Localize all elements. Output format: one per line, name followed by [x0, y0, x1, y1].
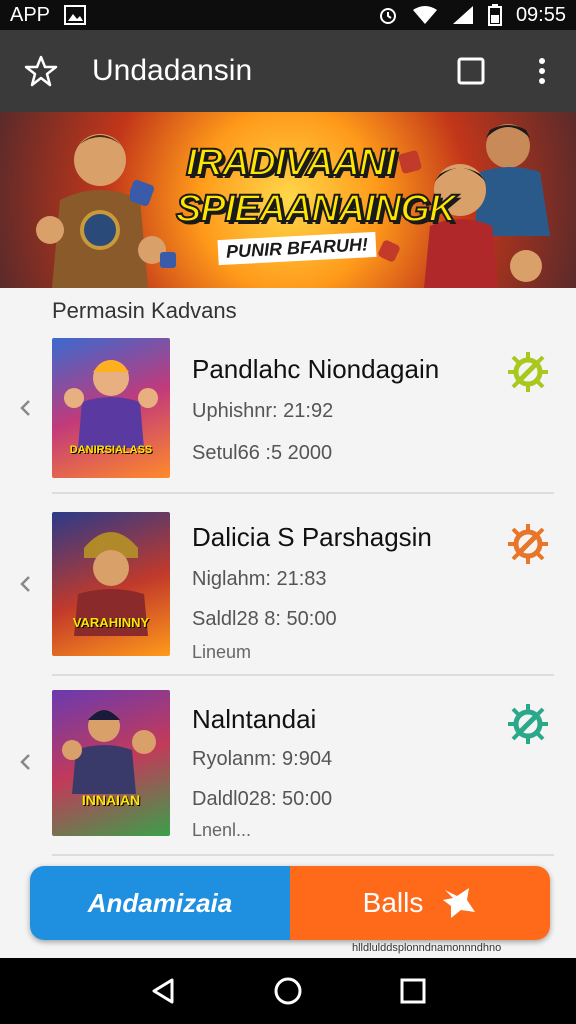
list-divider	[52, 854, 554, 856]
thumbnail-label: DANIRSIALASS	[69, 444, 153, 456]
item-detail-1: Ryolanm: 9:904	[192, 748, 333, 770]
bug-icon[interactable]	[506, 350, 550, 394]
bug-icon[interactable]	[506, 522, 550, 566]
status-bar: APP 09:55	[0, 0, 576, 30]
item-detail-2: Daldl028: 50:00	[192, 788, 333, 810]
list-divider	[52, 492, 554, 494]
recents-icon[interactable]	[398, 976, 428, 1006]
burst-icon	[443, 888, 476, 918]
image-icon	[64, 5, 87, 25]
item-title[interactable]: Dalicia S Parshagsin	[192, 522, 432, 553]
bottom-action-bar: Andamizaia Balls	[30, 866, 550, 940]
thumbnail-label: VARAHINNY	[72, 615, 150, 630]
app-title: Undadansin	[92, 54, 253, 87]
game-thumbnail[interactable]: VARAHINNY	[52, 512, 170, 656]
banner-title-line2: SPIEAANAINGK	[175, 187, 457, 231]
status-app-label: APP	[10, 3, 51, 26]
banner-title-line1: IRADIVAANI	[185, 141, 397, 185]
list-divider	[52, 674, 554, 676]
item-title[interactable]: Pandlahc Niondagain	[192, 354, 439, 385]
chevron-left-icon[interactable]	[18, 398, 32, 418]
game-thumbnail[interactable]: DANIRSIALASS	[52, 338, 170, 478]
chevron-left-icon[interactable]	[18, 574, 32, 594]
bug-icon[interactable]	[506, 702, 550, 746]
thumbnail-art	[74, 532, 148, 636]
navigation-bar	[0, 958, 576, 1024]
thumbnail-art	[64, 360, 158, 448]
back-icon[interactable]	[148, 976, 178, 1006]
wifi-icon	[412, 6, 437, 24]
game-thumbnail[interactable]: INNAIAN	[52, 690, 170, 836]
status-time: 09:55	[515, 3, 566, 26]
item-detail-1: Uphishnr: 21:92	[192, 400, 334, 422]
thumbnail-art	[62, 710, 156, 794]
battery-icon	[487, 4, 502, 26]
section-header: Permasin Kadvans	[52, 298, 237, 323]
app-bar: Undadansin	[0, 30, 576, 112]
item-extra: Lnenl...	[192, 820, 252, 840]
item-title[interactable]: Nalntandai	[192, 704, 316, 735]
item-detail-2: Saldl28 8: 50:00	[192, 608, 337, 630]
primary-action-button[interactable]: Andamizaia	[30, 866, 290, 940]
chevron-left-icon[interactable]	[18, 752, 32, 772]
list-item[interactable]: VARAHINNY Dalicia S Parshagsin Niglahm: …	[0, 500, 576, 670]
window-icon[interactable]	[456, 56, 486, 86]
secondary-action-button[interactable]: Balls	[290, 866, 550, 940]
alarm-icon	[379, 8, 396, 24]
home-icon[interactable]	[273, 976, 303, 1006]
promo-banner[interactable]: IRADIVAANI SPIEAANAINGK PUNIR BFARUH!	[0, 112, 576, 288]
thumbnail-label: INNAIAN	[81, 792, 141, 808]
item-extra: Lineum	[192, 642, 252, 662]
more-options-icon[interactable]	[532, 56, 552, 86]
list-item[interactable]: INNAIAN Nalntandai Ryolanm: 9:904 Daldl0…	[0, 680, 576, 850]
signal-icon	[452, 6, 473, 24]
list-item[interactable]: DANIRSIALASS Pandlahc Niondagain Uphishn…	[0, 326, 576, 496]
item-detail-1: Niglahm: 21:83	[192, 568, 327, 590]
star-icon[interactable]	[24, 54, 58, 88]
footer-note: hlldlulddsplonndnamonnndhno	[352, 942, 502, 954]
secondary-action-label: Balls	[362, 887, 424, 918]
item-detail-2: Setul66 :5 2000	[192, 442, 333, 464]
